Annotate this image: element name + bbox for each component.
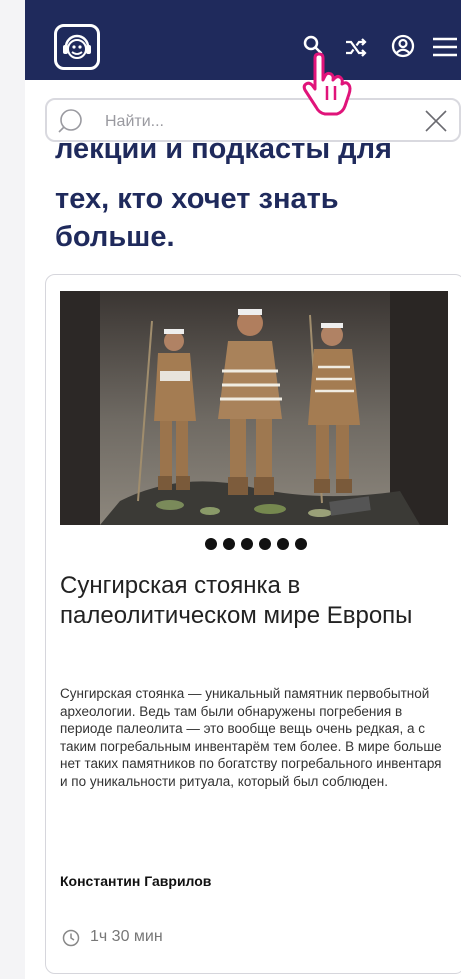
duration-text: 1ч 30 мин: [90, 928, 163, 945]
headline-line-2: тех, кто хочет знать: [55, 183, 339, 215]
monkey-headphones-icon: [63, 34, 91, 59]
headline-line-cut: лекции и подкасты для: [55, 142, 392, 165]
headline-line-3: больше.: [55, 221, 175, 253]
clock-icon: [62, 929, 80, 947]
lecture-card[interactable]: Сунгирская стоянка в палеолитическом мир…: [45, 274, 461, 974]
carousel-dot[interactable]: [241, 538, 253, 550]
menu-icon[interactable]: [427, 30, 461, 64]
carousel-dot[interactable]: [259, 538, 271, 550]
search-bar: [45, 98, 461, 142]
carousel-dots: [46, 537, 461, 557]
logo[interactable]: [54, 24, 100, 70]
top-bar: [25, 0, 461, 80]
page-headline: лекции и подкасты для тех, кто хочет зна…: [55, 142, 455, 256]
account-icon[interactable]: [387, 30, 421, 64]
card-author[interactable]: Константин Гаврилов: [60, 873, 211, 889]
search-magnifier-icon: [57, 106, 89, 143]
carousel-dot[interactable]: [205, 538, 217, 550]
page: лекции и подкасты для тех, кто хочет зна…: [25, 0, 461, 979]
clear-search-icon[interactable]: [421, 106, 451, 141]
card-title[interactable]: Сунгирская стоянка в палеолитическом мир…: [60, 571, 440, 631]
carousel-dot[interactable]: [295, 538, 307, 550]
carousel-dot[interactable]: [277, 538, 289, 550]
carousel-dot[interactable]: [223, 538, 235, 550]
card-image[interactable]: [60, 291, 448, 525]
hand-pointer-icon: [297, 52, 361, 123]
card-description: Сунгирская стоянка — уникальный памятник…: [60, 686, 442, 789]
search-input[interactable]: [103, 108, 407, 136]
